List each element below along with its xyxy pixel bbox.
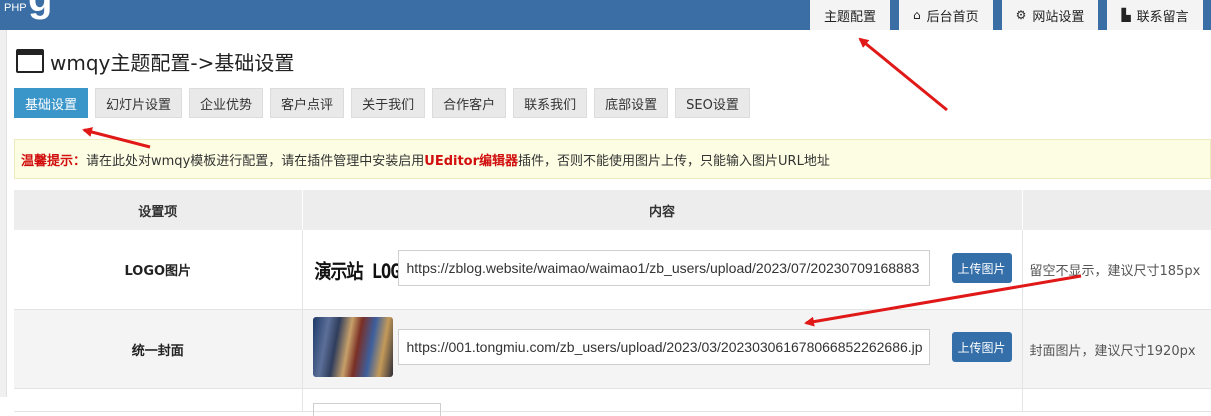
topnav-label: 后台首页 <box>926 9 979 25</box>
home-icon: ⌂ <box>913 8 921 22</box>
row-hint: 封面图片，建议尺寸1920px <box>1022 309 1211 389</box>
column-header-setting: 设置项 <box>14 190 303 230</box>
window-icon <box>16 49 44 73</box>
notice-banner: 温馨提示： 请在此处对wmqy模板进行配置，请在插件管理中安装启用 UEdito… <box>14 139 1211 179</box>
notice-highlight: UEditor编辑器 <box>424 153 519 169</box>
notice-text: 请在此处对wmqy模板进行配置，请在插件管理中安装启用 <box>86 153 425 169</box>
tab-about[interactable]: 关于我们 <box>351 88 426 118</box>
tab-reviews[interactable]: 客户点评 <box>270 88 345 118</box>
tab-seo[interactable]: SEO设置 <box>675 88 750 118</box>
row-content: 演示站 LOGO https://zblog.website/waimao/wa… <box>302 230 1023 310</box>
settings-table: 设置项 内容 LOGO图片 演示站 LOGO https://zblog.web… <box>14 190 1211 416</box>
row-label <box>14 388 303 412</box>
logo-php-text: PHP <box>4 2 27 14</box>
row-content: https://001.tongmiu.com/zb_users/upload/… <box>302 309 1023 389</box>
page-header: wmqy主题配置->基础设置 <box>16 46 294 76</box>
table-row-cover: 统一封面 https://001.tongmiu.com/zb_users/up… <box>14 309 1211 389</box>
sidebar-edge <box>0 30 7 397</box>
row-hint: 留空不显示，建议尺寸185px <box>1022 230 1211 310</box>
page-title: wmqy主题配置->基础设置 <box>50 50 295 75</box>
top-nav: 主题配置 ⌂ 后台首页 ⚙ 网站设置 ▙ 联系留言 <box>810 0 1211 30</box>
tab-slideshow[interactable]: 幻灯片设置 <box>95 88 183 118</box>
table-header-row: 设置项 内容 <box>14 190 1211 230</box>
topnav-label: 联系留言 <box>1136 9 1189 25</box>
row-label: LOGO图片 <box>14 230 303 310</box>
logo-url-input[interactable]: https://zblog.website/waimao/waimao1/zb_… <box>397 250 930 286</box>
upload-logo-button[interactable]: 上传图片 <box>951 253 1012 283</box>
topnav-label: 网站设置 <box>1032 9 1085 25</box>
column-header-note <box>1022 190 1211 230</box>
topnav-site-settings[interactable]: ⚙ 网站设置 <box>1001 0 1099 30</box>
topnav-dashboard[interactable]: ⌂ 后台首页 <box>899 0 993 30</box>
top-bar: PHP g 主题配置 ⌂ 后台首页 ⚙ 网站设置 ▙ 联系留言 <box>0 0 1211 30</box>
table-row-logo: LOGO图片 演示站 LOGO https://zblog.website/wa… <box>14 230 1211 310</box>
table-row-partial <box>14 388 1211 416</box>
notice-label: 温馨提示： <box>21 153 87 169</box>
row-label: 统一封面 <box>14 309 303 389</box>
tab-contact[interactable]: 联系我们 <box>513 88 588 118</box>
topnav-messages[interactable]: ▙ 联系留言 <box>1107 0 1203 30</box>
settings-tabs: 基础设置 幻灯片设置 企业优势 客户点评 关于我们 合作客户 联系我们 底部设置… <box>14 88 757 118</box>
cover-url-input[interactable]: https://001.tongmiu.com/zb_users/upload/… <box>397 329 930 365</box>
tab-advantages[interactable]: 企业优势 <box>189 88 264 118</box>
tab-basic-settings[interactable]: 基础设置 <box>14 88 89 118</box>
tab-footer[interactable]: 底部设置 <box>594 88 669 118</box>
upload-cover-button[interactable]: 上传图片 <box>951 332 1012 362</box>
logo-letter: g <box>28 0 52 21</box>
partial-input[interactable] <box>312 403 441 416</box>
notice-text-end: 插件，否则不能使用图片上传，只能输入图片URL地址 <box>518 153 830 169</box>
annotation-arrow <box>858 37 948 112</box>
logo-preview-image: 演示站 LOGO <box>314 260 410 284</box>
gear-icon: ⚙ <box>1015 8 1027 22</box>
topnav-theme-config[interactable]: 主题配置 <box>810 0 891 30</box>
topnav-label: 主题配置 <box>824 9 877 25</box>
row-content <box>302 388 1023 416</box>
row-hint <box>1022 388 1211 412</box>
tab-partners[interactable]: 合作客户 <box>432 88 507 118</box>
grid-icon: ▙ <box>1121 8 1131 22</box>
column-header-content: 内容 <box>302 190 1023 230</box>
cover-preview-image <box>312 317 393 377</box>
